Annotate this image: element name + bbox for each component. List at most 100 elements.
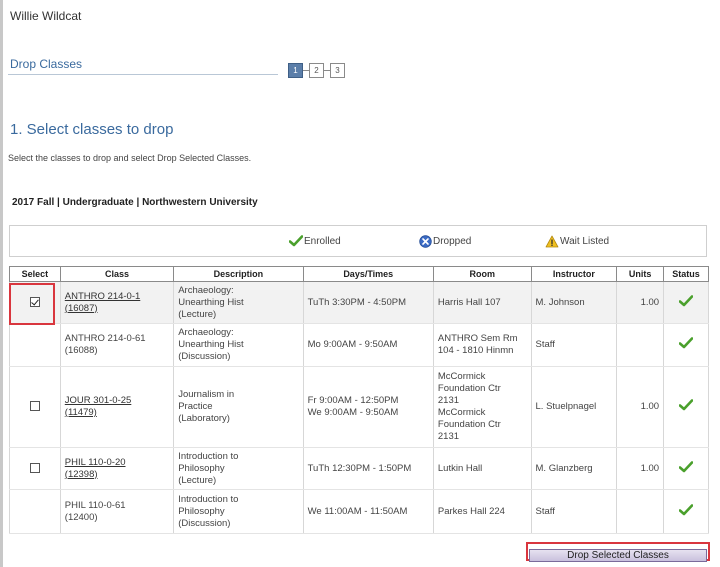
- room-line: McCormick: [437, 407, 486, 418]
- room-cell: Harris Hall 107: [432, 281, 532, 324]
- table-header-row: Select Class Description Days/Times Room…: [9, 266, 709, 282]
- desc-line: (Lecture): [178, 308, 217, 320]
- header-units: Units: [616, 266, 665, 282]
- status-cell: [663, 366, 709, 448]
- step-indicator: 1 2 3: [288, 63, 345, 78]
- instructor-cell: M. Glanzberg: [530, 447, 618, 490]
- drop-selected-classes-button[interactable]: Drop Selected Classes: [529, 549, 707, 562]
- instructions-text: Select the classes to drop and select Dr…: [8, 153, 252, 163]
- class-number: (12398): [64, 468, 98, 480]
- status-cell: [663, 281, 709, 324]
- header-days-times: Days/Times: [302, 266, 434, 282]
- desc-line: Journalism in: [178, 389, 235, 400]
- room-line: ANTHRO Sem Rm: [437, 333, 518, 344]
- description-cell: Introduction to Philosophy (Lecture): [173, 447, 304, 490]
- class-cell: PHIL 110-0-20 (12398): [59, 447, 175, 490]
- desc-line: Unearthing Hist: [178, 296, 244, 308]
- desc-line: (Lecture): [178, 474, 217, 486]
- legend-enrolled: Enrolled: [289, 235, 341, 247]
- class-code: ANTHRO 214-0-1: [64, 290, 141, 302]
- room-line: Foundation Ctr: [437, 383, 501, 394]
- legend-dropped: Dropped: [419, 235, 471, 248]
- days-times-cell: TuTh 3:30PM - 4:50PM: [302, 281, 434, 324]
- table-row: ANTHRO 214-0-1 (16087) Archaeology: Uneart…: [9, 281, 709, 324]
- row-checkbox[interactable]: [29, 296, 40, 307]
- room-line: 104 - 1810 Hinmn: [437, 345, 514, 356]
- room-cell: McCormick Foundation Ctr 2131 McCormick Foun…: [432, 366, 532, 448]
- header-class: Class: [59, 266, 175, 282]
- units-cell: [616, 323, 665, 367]
- instructor-cell: Staff: [530, 489, 618, 534]
- legend-wait-listed-label: Wait Listed: [560, 236, 610, 247]
- class-code: ANTHRO 214-0-61: [64, 333, 146, 344]
- room-cell: Parkes Hall 224: [432, 489, 532, 534]
- classes-table: Select Class Description Days/Times Room…: [9, 266, 709, 534]
- class-number: (16087): [64, 302, 98, 314]
- table-row: PHIL 110-0-20 (12398) Introduction to Phil…: [9, 447, 709, 490]
- class-number: (16088): [64, 345, 98, 356]
- status-legend: Enrolled Dropped Wait Listed: [9, 225, 707, 257]
- row-checkbox[interactable]: [29, 462, 40, 473]
- desc-line: Archaeology:: [178, 284, 234, 296]
- status-cell: [663, 447, 709, 490]
- title-underline: [8, 74, 278, 75]
- days-times-cell: Mo 9:00AM - 9:50AM: [302, 323, 434, 367]
- room-cell: ANTHRO Sem Rm 104 - 1810 Hinmn: [432, 323, 532, 367]
- days-times-cell: We 11:00AM - 11:50AM: [302, 489, 434, 534]
- step-2: 2: [309, 63, 324, 78]
- page-title: Drop Classes: [10, 57, 83, 71]
- desc-line: Practice: [178, 401, 213, 412]
- section-heading: 1. Select classes to drop: [10, 121, 174, 138]
- header-status: Status: [663, 266, 709, 282]
- table-row: PHIL 110-0-61 (12400) Introduction to Phil…: [9, 489, 709, 534]
- enrolled-check-icon: [678, 337, 694, 349]
- description-cell: Archaeology: Unearthing Hist (Discussion): [173, 323, 304, 367]
- header-select: Select: [9, 266, 61, 282]
- select-cell: [9, 281, 61, 324]
- status-cell: [663, 323, 709, 367]
- step-3: 3: [330, 63, 345, 78]
- class-cell: ANTHRO 214-0-61 (16088): [59, 323, 175, 367]
- days-line: Fr 9:00AM - 12:50PM: [307, 395, 399, 406]
- desc-line: (Discussion): [178, 351, 231, 362]
- class-link[interactable]: ANTHRO 214-0-1 (16087): [65, 291, 141, 314]
- class-link[interactable]: PHIL 110-0-20 (12398): [65, 457, 126, 480]
- select-cell: [9, 489, 61, 534]
- header-room: Room: [432, 266, 532, 282]
- dropped-x-icon: [419, 235, 432, 248]
- days-times-cell: TuTh 12:30PM - 1:50PM: [302, 447, 434, 490]
- class-cell: PHIL 110-0-61 (12400): [59, 489, 175, 534]
- desc-line: (Laboratory): [178, 413, 230, 424]
- table-row: ANTHRO 214-0-61 (16088) Archaeology: Unear…: [9, 323, 709, 367]
- units-cell: [616, 489, 665, 534]
- select-cell: [9, 366, 61, 448]
- instructor-cell: M. Johnson: [530, 281, 618, 324]
- description-cell: Introduction to Philosophy (Discussion): [173, 489, 304, 534]
- room-line: McCormick: [437, 371, 486, 382]
- term-label: 2017 Fall | Undergraduate | Northwestern…: [12, 197, 258, 208]
- enrolled-check-icon: [289, 235, 303, 247]
- legend-dropped-label: Dropped: [433, 236, 472, 247]
- units-cell: 1.00: [616, 447, 665, 490]
- class-link[interactable]: JOUR 301-0-25 (11479): [65, 395, 132, 418]
- class-code: PHIL 110-0-20: [64, 456, 126, 468]
- instructor-cell: L. Stuelpnagel: [530, 366, 618, 448]
- drop-button-highlight: Drop Selected Classes: [526, 542, 710, 562]
- description-cell: Archaeology: Unearthing Hist (Lecture): [173, 281, 304, 324]
- enrolled-check-icon: [678, 294, 694, 306]
- units-cell: 1.00: [616, 366, 665, 448]
- room-line: Foundation Ctr: [437, 419, 501, 430]
- header-instructor: Instructor: [530, 266, 618, 282]
- desc-line: Archaeology:: [178, 327, 234, 338]
- room-line: 2131: [437, 395, 460, 406]
- row-checkbox[interactable]: [29, 401, 40, 412]
- desc-line: Unearthing Hist: [178, 339, 244, 350]
- status-cell: [663, 489, 709, 534]
- step-1: 1: [288, 63, 303, 78]
- class-number: (11479): [64, 407, 97, 418]
- desc-line: Philosophy: [178, 505, 225, 517]
- room-line: 2131: [437, 431, 460, 442]
- table-row: JOUR 301-0-25 (11479) Journalism in Practi…: [9, 366, 709, 448]
- class-code: PHIL 110-0-61: [64, 499, 126, 511]
- instructor-cell: Staff: [530, 323, 618, 367]
